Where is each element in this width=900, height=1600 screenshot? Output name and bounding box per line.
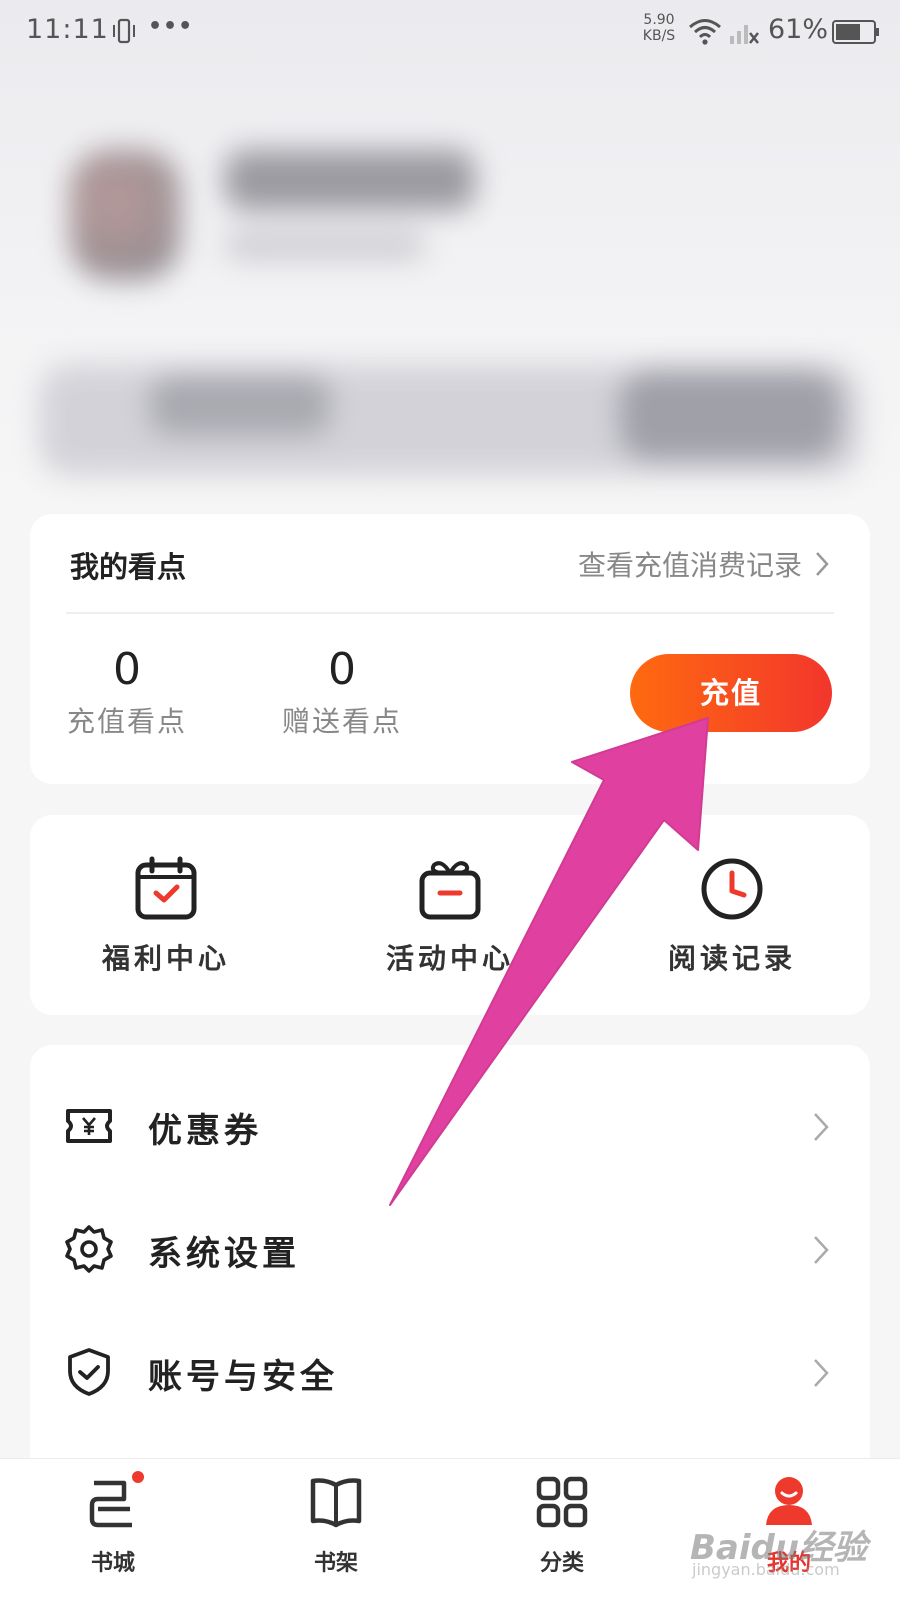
- my-points-card: 我的看点 查看充值消费记录 0 充值看点 0 赠送看点 充值: [30, 514, 870, 784]
- battery-percent: 61%: [768, 14, 829, 45]
- watermark-url: jingyan.baidu.com: [692, 1560, 840, 1579]
- user-name: [225, 150, 475, 210]
- membership-banner-text: [150, 375, 330, 435]
- status-bar: 11:11 ••• 5.90 KB/S 61%: [0, 0, 900, 64]
- nav-bookshelf[interactable]: 书架: [261, 1473, 411, 1577]
- account-security-label: 账号与安全: [148, 1357, 338, 1397]
- nav-categories-label: 分类: [539, 1551, 584, 1576]
- blurred-profile-header: [0, 120, 900, 500]
- quick-actions-card: 福利中心 活动中心 阅读记录: [30, 815, 870, 1015]
- reading-history-label: 阅读记录: [667, 942, 796, 975]
- more-notifications-icon: •••: [148, 14, 194, 39]
- network-speed: 5.90 KB/S: [642, 12, 676, 44]
- wifi-icon: [689, 19, 721, 45]
- chevron-right-icon: [814, 1359, 829, 1387]
- status-time: 11:11: [26, 14, 109, 45]
- avatar[interactable]: [70, 150, 180, 280]
- menu-item-coupons[interactable]: 优惠券: [30, 1065, 870, 1185]
- coupons-label: 优惠券: [148, 1111, 262, 1151]
- battery-icon: [832, 20, 879, 44]
- user-subtitle: [225, 230, 425, 260]
- nav-bookstore-label: 书城: [90, 1551, 135, 1576]
- chevron-right-icon: [814, 1236, 829, 1264]
- grid-icon: [536, 1476, 588, 1528]
- chevron-right-icon: [816, 552, 829, 576]
- recharge-button[interactable]: 充值: [630, 654, 832, 732]
- membership-banner-button[interactable]: [620, 370, 840, 460]
- reading-history-button[interactable]: 阅读记录: [622, 855, 842, 977]
- points-card-title: 我的看点: [70, 550, 187, 584]
- gift-points-stat: 0 赠送看点: [267, 644, 417, 740]
- shield-check-icon: [68, 1348, 110, 1396]
- chevron-right-icon: [814, 1113, 829, 1141]
- welfare-center-button[interactable]: 福利中心: [56, 855, 276, 977]
- divider: [66, 612, 834, 614]
- signal-icon: [730, 25, 759, 44]
- notification-badge: [130, 1469, 146, 1485]
- recharge-points-label: 充值看点: [66, 705, 187, 738]
- gift-points-label: 赠送看点: [281, 705, 402, 738]
- view-records-label: 查看充值消费记录: [577, 549, 802, 582]
- gift-points-value: 0: [328, 644, 356, 695]
- activity-center-label: 活动中心: [385, 942, 514, 975]
- welfare-center-label: 福利中心: [101, 942, 230, 975]
- nav-categories[interactable]: 分类: [487, 1473, 637, 1577]
- view-records-link[interactable]: 查看充值消费记录: [578, 544, 830, 584]
- nav-bookshelf-label: 书架: [313, 1551, 358, 1576]
- system-settings-label: 系统设置: [148, 1234, 300, 1274]
- clock-icon: [701, 858, 763, 920]
- open-book-icon: [310, 1478, 362, 1528]
- recharge-points-value: 0: [113, 644, 141, 695]
- nav-bookstore[interactable]: 书城: [38, 1469, 188, 1577]
- calendar-check-icon: [135, 856, 197, 920]
- recharge-points-stat: 0 充值看点: [52, 644, 202, 740]
- gear-icon: [65, 1225, 113, 1273]
- menu-item-system-settings[interactable]: 系统设置: [30, 1188, 870, 1308]
- gift-box-icon: [419, 861, 481, 920]
- menu-item-account-security[interactable]: 账号与安全: [30, 1311, 870, 1431]
- vibrate-icon: [113, 18, 135, 44]
- settings-menu: 优惠券 系统设置 账号与安全: [30, 1045, 870, 1465]
- activity-center-button[interactable]: 活动中心: [340, 855, 560, 977]
- coupon-yen-icon: [66, 1109, 112, 1143]
